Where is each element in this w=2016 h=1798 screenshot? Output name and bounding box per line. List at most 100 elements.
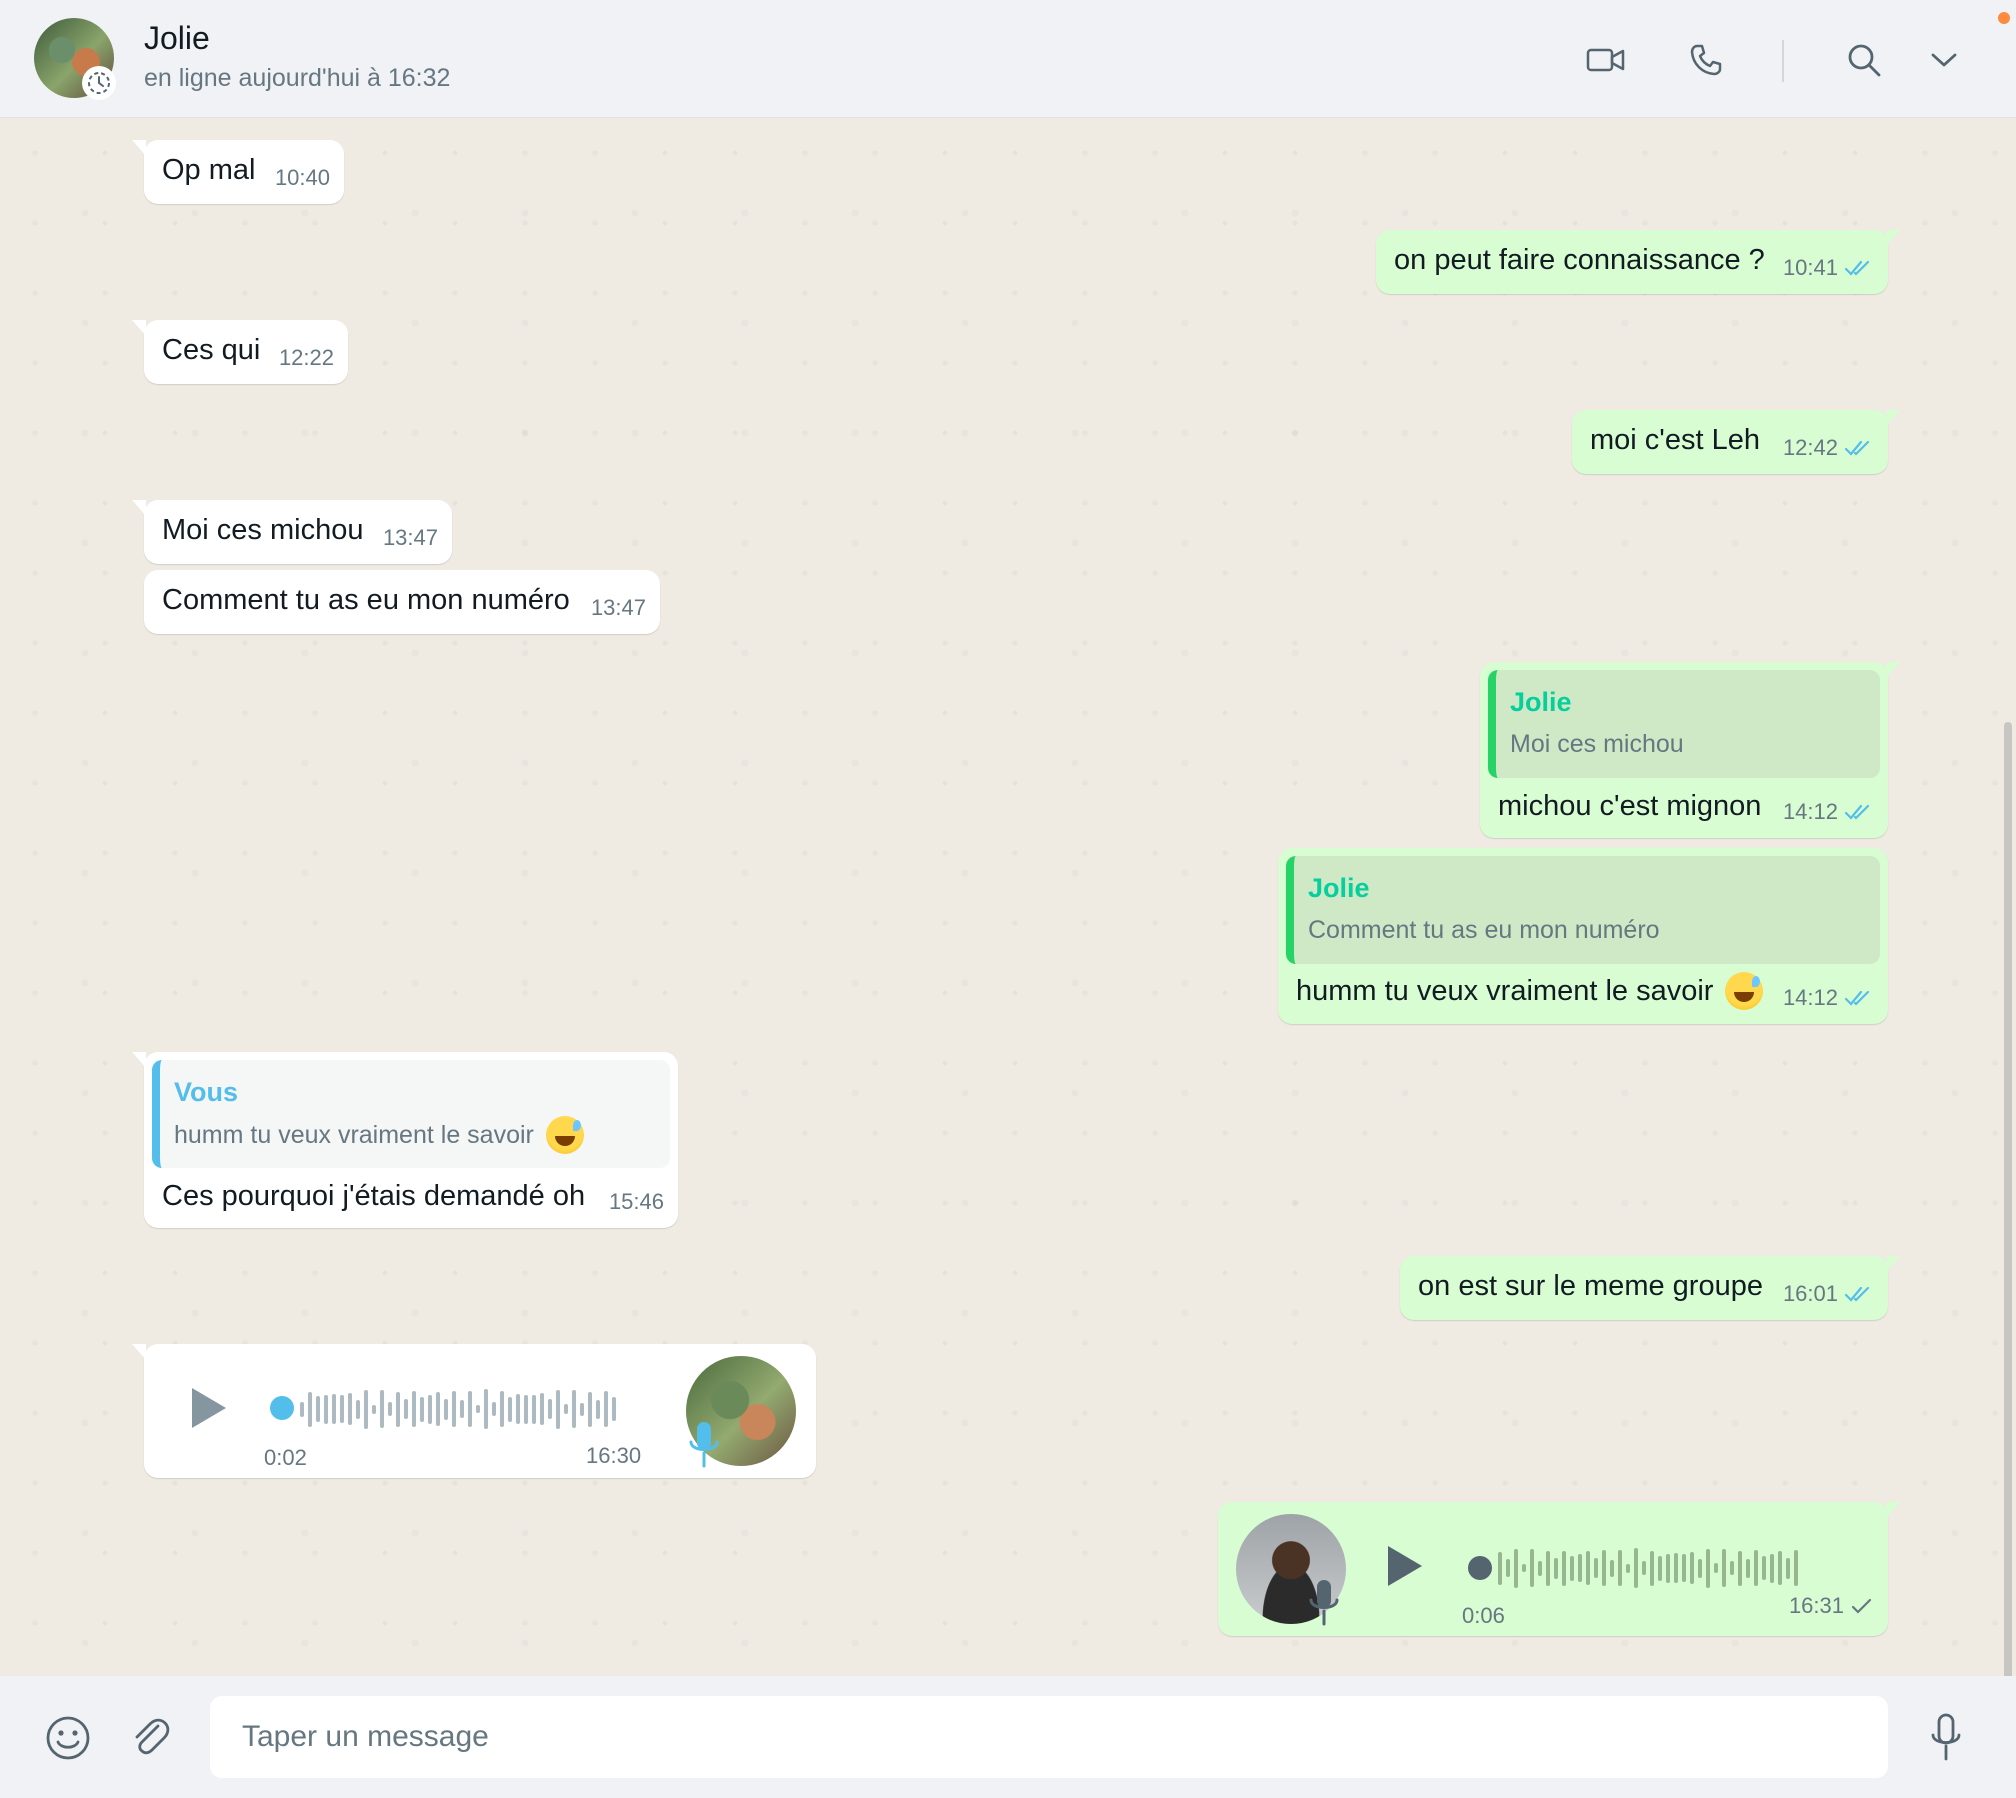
message-list[interactable]: Op mal 10:40 on peut faire connaissance … — [0, 118, 2016, 1676]
microphone-icon[interactable] — [1922, 1713, 1970, 1762]
microphone-icon — [686, 1420, 722, 1479]
waveform-bar — [396, 1391, 400, 1427]
incoming-message[interactable]: Comment tu as eu mon numéro 13:47 — [144, 570, 660, 634]
attach-icon[interactable] — [126, 1714, 174, 1762]
emoji-icon[interactable] — [44, 1714, 92, 1762]
play-icon[interactable] — [1382, 1542, 1426, 1599]
message-text: humm tu veux vraiment le savoir — [1296, 975, 1714, 1007]
waveform-bar — [1626, 1563, 1630, 1573]
quoted-message[interactable]: Jolie Moi ces michou — [1488, 670, 1880, 778]
waveform-bar — [1618, 1550, 1622, 1586]
contact-name[interactable]: Jolie — [144, 20, 210, 57]
outgoing-reply-message[interactable]: Jolie Moi ces michou michou c'est mignon… — [1480, 662, 1900, 838]
outgoing-message[interactable]: moi c'est Leh 12:42 — [1572, 410, 1900, 474]
message-text: michou c'est mignon — [1498, 790, 1762, 822]
waveform-bar — [1594, 1558, 1598, 1578]
search-icon[interactable] — [1844, 40, 1884, 80]
waveform-bar — [1674, 1553, 1678, 1583]
waveform-bar — [532, 1394, 536, 1424]
waveform-bar — [1546, 1550, 1550, 1586]
waveform-bar — [380, 1390, 384, 1428]
message-text: Ces qui — [162, 334, 261, 366]
waveform-bar — [1562, 1550, 1566, 1586]
waveform-bar — [612, 1397, 616, 1421]
message-time: 15:46 — [608, 1189, 664, 1214]
waveform-bar — [1610, 1559, 1614, 1577]
waveform-bar — [524, 1394, 528, 1424]
message-input[interactable] — [210, 1696, 1888, 1778]
incoming-reply-message[interactable]: Vous humm tu veux vraiment le savoir Ces… — [132, 1052, 678, 1228]
phone-icon[interactable] — [1686, 40, 1726, 80]
outgoing-voice-message[interactable]: 0:06 16:31 — [1218, 1502, 1900, 1636]
waveform-bar — [452, 1391, 456, 1427]
waveform-bar — [1794, 1550, 1798, 1586]
waveform-bar — [436, 1392, 440, 1426]
waveform-bar — [332, 1394, 336, 1424]
waveform-bar — [588, 1391, 592, 1427]
read-ticks-icon — [1844, 260, 1870, 276]
waveform-bar — [404, 1399, 408, 1419]
message-time: 13:47 — [590, 595, 646, 620]
chat-scrollbar[interactable] — [2004, 722, 2012, 1676]
outgoing-reply-message[interactable]: Jolie Comment tu as eu mon numéro humm t… — [1278, 848, 1888, 1024]
waveform-bar — [1706, 1548, 1710, 1588]
waveform-bar — [1682, 1554, 1686, 1582]
incoming-message[interactable]: Ces qui 12:22 — [132, 320, 348, 384]
quote-author: Jolie — [1308, 873, 1370, 903]
quoted-message[interactable]: Vous humm tu veux vraiment le savoir — [152, 1060, 670, 1168]
message-time: 16:31 — [1788, 1593, 1844, 1618]
waveform-bar — [508, 1396, 512, 1422]
waveform-bar — [1634, 1548, 1638, 1588]
message-time: 10:40 — [274, 165, 330, 190]
message-text: Moi ces michou — [162, 514, 364, 546]
incoming-message[interactable]: Moi ces michou 13:47 — [132, 500, 452, 564]
playback-knob[interactable] — [270, 1396, 294, 1420]
waveform-bar — [364, 1389, 368, 1429]
message-time: 12:22 — [278, 345, 334, 370]
waveform-bar — [300, 1401, 304, 1417]
waveform-bar — [1722, 1549, 1726, 1587]
outgoing-message[interactable]: on est sur le meme groupe 16:01 — [1400, 1256, 1900, 1320]
waveform-bar — [1698, 1558, 1702, 1578]
message-text: Op mal — [162, 154, 256, 186]
outgoing-message[interactable]: on peut faire connaissance ? 10:41 — [1376, 230, 1900, 294]
message-text: moi c'est Leh — [1590, 424, 1760, 456]
grinning-sweat-emoji-icon — [1725, 972, 1764, 1010]
waveform-bar — [1602, 1550, 1606, 1586]
waveform-bar — [428, 1394, 432, 1424]
video-call-icon[interactable] — [1586, 40, 1626, 80]
waveform-bar — [572, 1390, 576, 1428]
waveform-bar — [1730, 1561, 1734, 1575]
play-icon[interactable] — [186, 1384, 230, 1441]
voice-waveform[interactable] — [300, 1384, 616, 1434]
contact-last-seen: en ligne aujourd'hui à 16:32 — [144, 64, 451, 92]
waveform-bar — [316, 1396, 320, 1422]
waveform-bar — [516, 1394, 520, 1424]
waveform-bar — [1578, 1554, 1582, 1582]
voice-waveform[interactable] — [1498, 1543, 1798, 1593]
waveform-bar — [604, 1391, 608, 1427]
incoming-voice-message[interactable]: 0:02 16:30 — [132, 1344, 816, 1479]
waveform-bar — [1522, 1564, 1526, 1572]
read-ticks-icon — [1844, 1286, 1870, 1302]
waveform-bar — [500, 1391, 504, 1427]
waveform-bar — [1642, 1561, 1646, 1575]
message-time: 12:42 — [1782, 435, 1838, 460]
read-ticks-icon — [1844, 990, 1870, 1006]
waveform-bar — [372, 1404, 376, 1414]
grinning-sweat-emoji-icon — [545, 1116, 584, 1154]
waveform-bar — [492, 1402, 496, 1416]
message-text: Ces pourquoi j'étais demandé oh — [162, 1180, 586, 1212]
quote-text: Comment tu as eu mon numéro — [1308, 916, 1660, 944]
waveform-bar — [1586, 1551, 1590, 1585]
waveform-bar — [1530, 1549, 1534, 1587]
message-text: Comment tu as eu mon numéro — [162, 584, 570, 616]
quoted-message[interactable]: Jolie Comment tu as eu mon numéro — [1286, 856, 1880, 964]
incoming-message[interactable]: Op mal 10:40 — [132, 140, 344, 204]
chat-header: Jolie en ligne aujourd'hui à 16:32 — [0, 0, 2016, 118]
quote-text: humm tu veux vraiment le savoir — [174, 1121, 534, 1149]
message-text: on est sur le meme groupe — [1418, 1270, 1763, 1302]
waveform-bar — [444, 1398, 448, 1420]
playback-knob[interactable] — [1468, 1556, 1492, 1580]
chevron-down-icon[interactable] — [1924, 40, 1964, 80]
